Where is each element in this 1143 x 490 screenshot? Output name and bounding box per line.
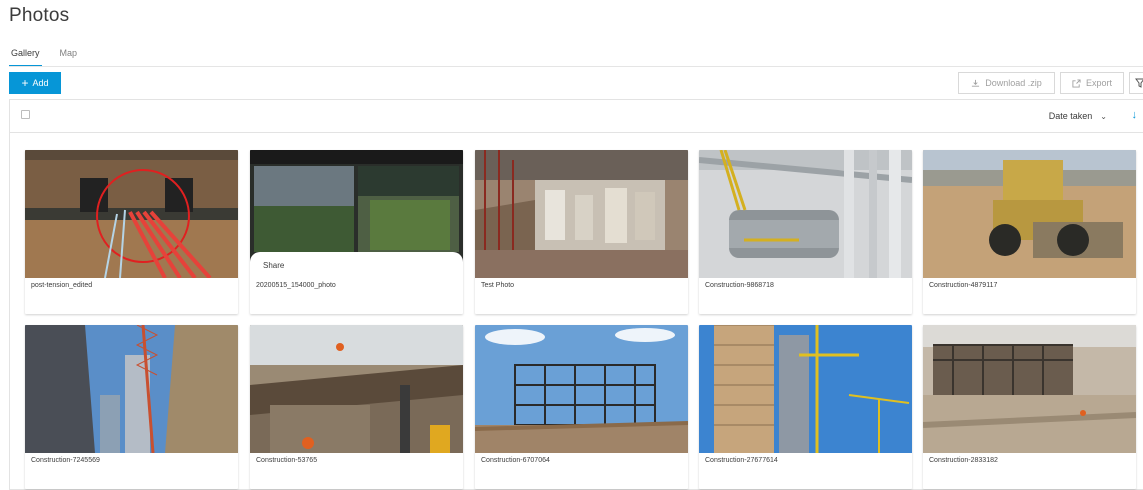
photo-thumbnail[interactable]: Share bbox=[250, 150, 463, 278]
photo-thumbnail[interactable] bbox=[923, 325, 1136, 453]
photo-caption: Construction-9868718 bbox=[705, 282, 774, 289]
photo-caption: 20200515_154000_photo bbox=[256, 282, 336, 289]
photo-thumbnail[interactable] bbox=[25, 325, 238, 453]
plus-icon: + bbox=[21, 76, 29, 90]
share-label[interactable]: Share bbox=[263, 261, 284, 270]
download-icon bbox=[972, 79, 980, 87]
photo-thumbnail[interactable] bbox=[699, 325, 912, 453]
page-title: Photos bbox=[9, 5, 70, 26]
photo-caption: Construction-2833182 bbox=[929, 457, 998, 464]
export-button[interactable]: Export bbox=[1060, 72, 1124, 94]
photo-caption: Construction-6707064 bbox=[481, 457, 550, 464]
arrow-down-icon[interactable]: ↓ bbox=[1132, 109, 1138, 121]
export-label: Export bbox=[1085, 78, 1112, 88]
photo-card[interactable]: Test Photo bbox=[475, 150, 688, 314]
photo-caption: Construction-53765 bbox=[256, 457, 318, 464]
photo-thumbnail[interactable] bbox=[923, 150, 1136, 278]
photo-thumbnail[interactable] bbox=[250, 325, 463, 453]
grid-header: Date taken ⌄ ↓ bbox=[10, 100, 1143, 133]
photo-caption: post-tension_edited bbox=[31, 282, 93, 289]
filter-button[interactable] bbox=[1129, 72, 1143, 94]
photo-card[interactable]: Construction-27677614 bbox=[699, 325, 912, 489]
photo-caption: Test Photo bbox=[481, 282, 515, 289]
photo-caption: Construction-7245569 bbox=[31, 457, 100, 464]
filter-icon bbox=[1135, 78, 1143, 88]
photo-card[interactable]: Share 20200515_154000_photo bbox=[250, 150, 463, 314]
photo-card[interactable]: Construction-9868718 bbox=[699, 150, 912, 314]
photo-card[interactable]: Construction-7245569 bbox=[25, 325, 238, 489]
add-button-label: Add bbox=[32, 78, 49, 88]
sort-label: Date taken bbox=[1048, 111, 1093, 121]
tabs-divider bbox=[9, 66, 1143, 67]
photo-thumbnail[interactable] bbox=[699, 150, 912, 278]
tab-map[interactable]: Map bbox=[58, 48, 80, 67]
photo-card[interactable]: post-tension_edited bbox=[25, 150, 238, 314]
sort-dropdown[interactable]: Date taken ⌄ bbox=[1049, 111, 1107, 121]
download-zip-label: Download .zip bbox=[985, 78, 1042, 88]
download-zip-button[interactable]: Download .zip bbox=[958, 72, 1055, 94]
add-button[interactable]: + Add bbox=[9, 72, 61, 94]
tab-gallery[interactable]: Gallery bbox=[9, 48, 42, 67]
photo-thumbnail[interactable] bbox=[475, 325, 688, 453]
view-tabs: Gallery Map bbox=[9, 48, 95, 67]
chevron-down-icon: ⌄ bbox=[1100, 111, 1107, 121]
export-icon bbox=[1072, 78, 1081, 88]
photo-thumbnail[interactable] bbox=[25, 150, 238, 278]
photo-card[interactable]: Construction-53765 bbox=[250, 325, 463, 489]
select-all-checkbox[interactable] bbox=[21, 110, 30, 119]
share-panel[interactable]: Share bbox=[250, 252, 463, 278]
photo-caption: Construction-4879117 bbox=[929, 282, 998, 289]
photo-card[interactable]: Construction-2833182 bbox=[923, 325, 1136, 489]
photo-card[interactable]: Construction-4879117 bbox=[923, 150, 1136, 314]
photo-thumbnail[interactable] bbox=[475, 150, 688, 278]
photo-caption: Construction-27677614 bbox=[705, 457, 778, 464]
photo-card[interactable]: Construction-6707064 bbox=[475, 325, 688, 489]
